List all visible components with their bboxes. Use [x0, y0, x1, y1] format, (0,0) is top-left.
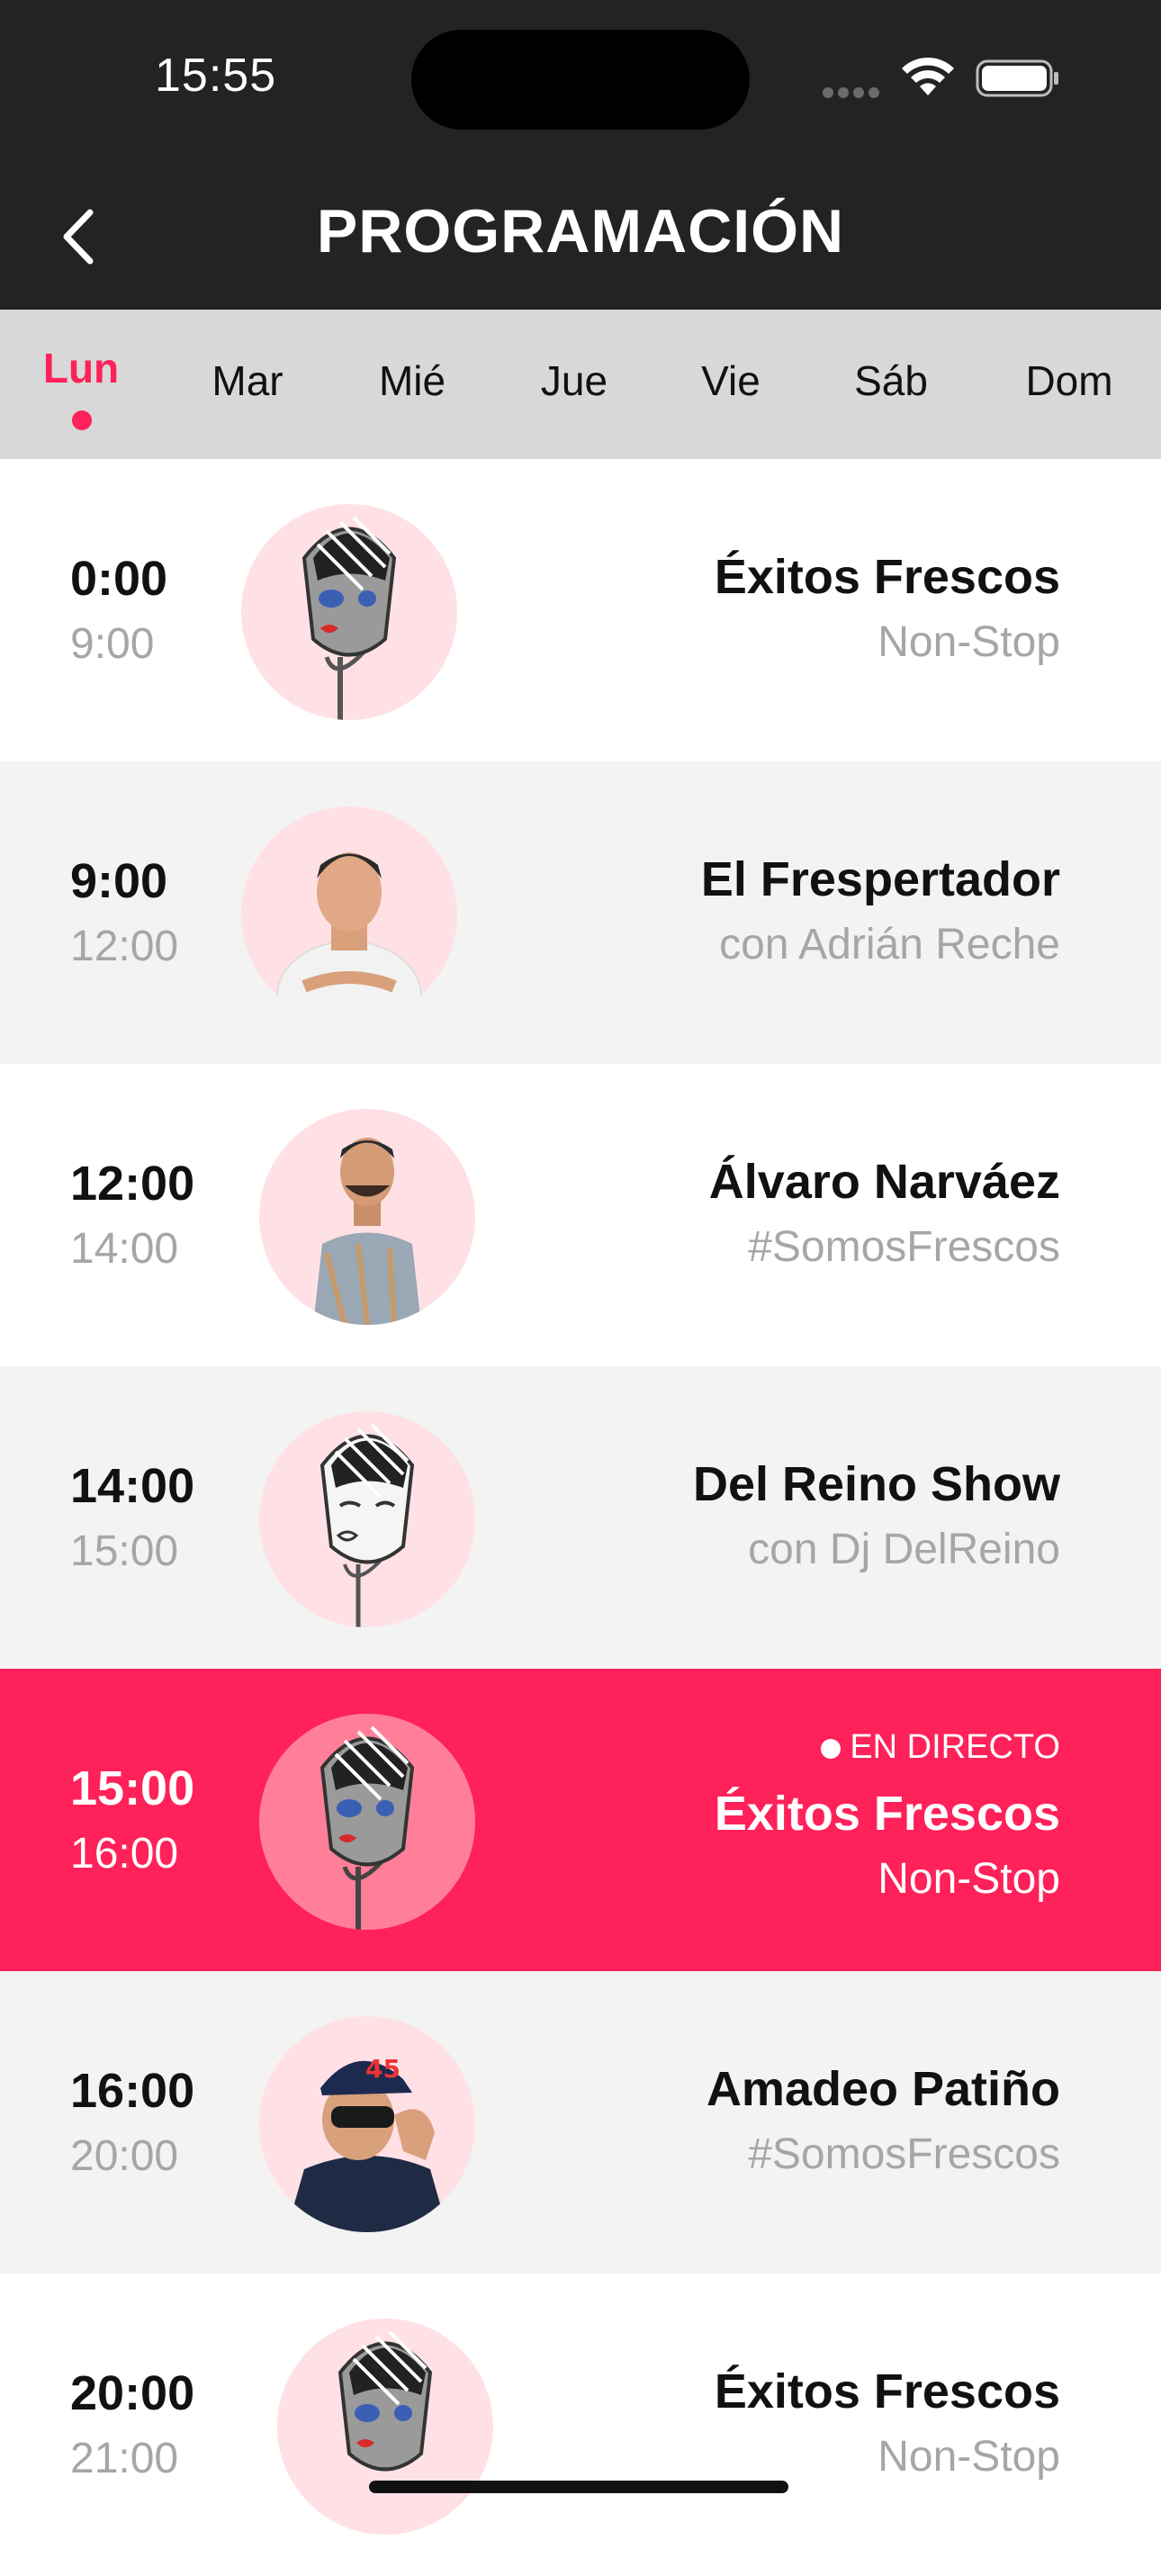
end-time: 9:00 — [70, 620, 155, 668]
host-photo-icon — [259, 1109, 475, 1325]
schedule-row[interactable]: 20:00 21:00 Éxitos Frescos Non-Stop — [0, 2274, 1161, 2576]
start-time: 0:00 — [70, 552, 168, 606]
microphone-mascot-sketch-icon — [259, 1411, 475, 1627]
battery-icon — [976, 59, 1058, 97]
show-title: El Frespertador — [700, 852, 1060, 906]
show-subtitle: #SomosFrescos — [748, 1223, 1060, 1271]
schedule-row-live[interactable]: 15:00 16:00 EN DIRECTO Éxitos Frescos No… — [0, 1669, 1161, 1971]
tab-jue[interactable]: Jue — [511, 356, 637, 405]
active-day-indicator — [72, 410, 92, 430]
start-time: 12:00 — [70, 1157, 195, 1211]
dynamic-island — [411, 30, 750, 130]
end-time: 12:00 — [70, 923, 179, 970]
show-subtitle: #SomosFrescos — [748, 2130, 1060, 2178]
end-time: 14:00 — [70, 1225, 179, 1273]
microphone-mascot-icon — [241, 504, 457, 720]
show-title: Amadeo Patiño — [706, 2062, 1060, 2116]
svg-text:45: 45 — [365, 2054, 400, 2084]
end-time: 15:00 — [70, 1527, 179, 1575]
host-photo-icon — [241, 806, 457, 1022]
top-bar: 15:55 PROGRAMACIÓN — [0, 0, 1161, 310]
wifi-icon — [902, 57, 954, 95]
show-title: Éxitos Frescos — [714, 550, 1060, 604]
schedule-row[interactable]: 14:00 15:00 Del Reino Show con Dj DelRei… — [0, 1366, 1161, 1669]
cellular-signal-icon — [823, 86, 886, 98]
status-time: 15:55 — [155, 50, 277, 102]
microphone-mascot-icon — [259, 1714, 475, 1930]
show-subtitle: Non-Stop — [878, 2433, 1060, 2481]
end-time: 21:00 — [70, 2435, 179, 2482]
start-time: 14:00 — [70, 1459, 195, 1513]
live-label: EN DIRECTO — [850, 1728, 1060, 1766]
schedule-row[interactable]: 9:00 12:00 El Frespertador con Adrián Re… — [0, 761, 1161, 1064]
end-time: 16:00 — [70, 1830, 179, 1878]
home-indicator[interactable] — [369, 2481, 788, 2493]
tab-vie[interactable]: Vie — [668, 356, 794, 405]
schedule-row[interactable]: 16:00 20:00 45 Amadeo Patiño #SomosFresc… — [0, 1971, 1161, 2274]
microphone-mascot-icon — [277, 2319, 493, 2535]
start-time: 16:00 — [70, 2064, 195, 2118]
start-time: 15:00 — [70, 1761, 195, 1815]
end-time: 20:00 — [70, 2132, 179, 2180]
show-title: Del Reino Show — [692, 1457, 1060, 1511]
live-dot-icon — [821, 1738, 842, 1759]
tab-lun[interactable]: Lun — [18, 344, 144, 392]
start-time: 9:00 — [70, 854, 168, 908]
show-title: Álvaro Narváez — [708, 1155, 1060, 1209]
tab-sab[interactable]: Sáb — [828, 356, 954, 405]
show-subtitle: con Dj DelReino — [748, 1526, 1060, 1573]
schedule-row[interactable]: 12:00 14:00 Álvaro Narváez #SomosFrescos — [0, 1064, 1161, 1366]
tab-mar[interactable]: Mar — [184, 356, 310, 405]
show-subtitle: Non-Stop — [878, 1855, 1060, 1903]
day-tab-bar: Lun Mar Mié Jue Vie Sáb Dom — [0, 310, 1161, 459]
show-title: Éxitos Frescos — [714, 1787, 1060, 1841]
host-photo-icon: 45 — [259, 2016, 475, 2232]
show-subtitle: con Adrián Reche — [719, 921, 1060, 968]
tab-dom[interactable]: Dom — [1006, 356, 1132, 405]
schedule-row[interactable]: 0:00 9:00 Éxitos Frescos Non-Stop — [0, 459, 1161, 761]
page-title: PROGRAMACIÓN — [316, 197, 845, 266]
tab-mie[interactable]: Mié — [349, 356, 475, 405]
start-time: 20:00 — [70, 2366, 195, 2420]
show-subtitle: Non-Stop — [878, 618, 1060, 666]
live-badge: EN DIRECTO — [821, 1728, 1060, 1767]
show-title: Éxitos Frescos — [714, 2364, 1060, 2418]
